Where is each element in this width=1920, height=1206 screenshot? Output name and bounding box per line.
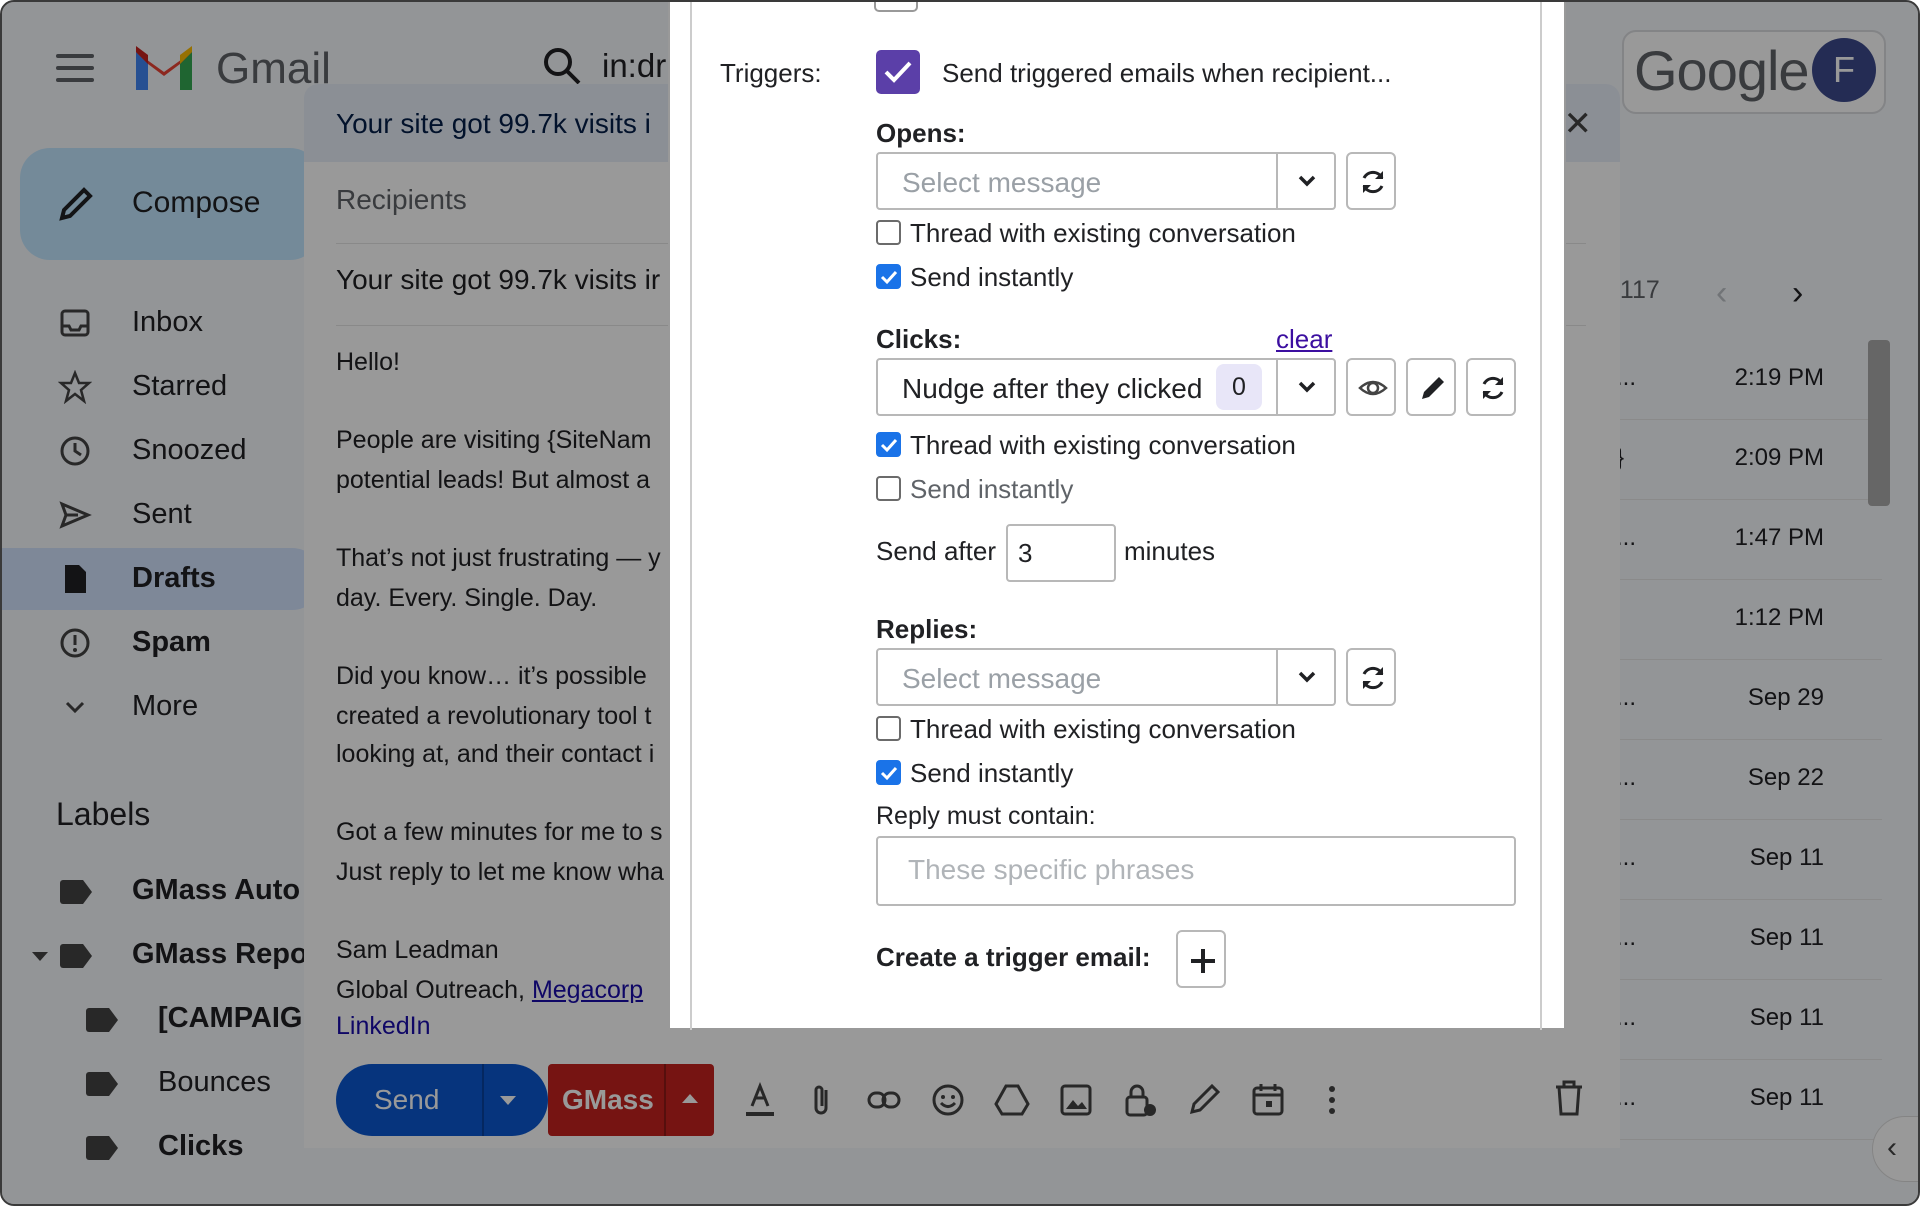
triggers-checkbox-label: Send triggered emails when recipient... xyxy=(942,58,1392,88)
refresh-icon xyxy=(1362,170,1384,194)
opens-thread-label: Thread with existing conversation xyxy=(910,218,1296,248)
clicks-thread-label: Thread with existing conversation xyxy=(910,430,1296,460)
refresh-icon xyxy=(1362,666,1384,690)
chevron-down-icon xyxy=(1298,671,1316,683)
create-trigger-button[interactable] xyxy=(1176,930,1226,988)
clicks-instant-checkbox[interactable] xyxy=(876,476,901,501)
gmass-settings-panel: Triggers: Send triggered emails when rec… xyxy=(668,2,1566,1030)
replies-thread-label: Thread with existing conversation xyxy=(910,714,1296,744)
chevron-down-icon xyxy=(1298,175,1316,187)
opens-instant-checkbox[interactable] xyxy=(876,264,901,289)
send-after-label: Send after xyxy=(876,536,996,566)
opens-thread-checkbox[interactable] xyxy=(876,220,901,245)
panel-border-left xyxy=(690,2,692,1030)
opens-dropdown[interactable] xyxy=(1276,154,1334,208)
clicks-refresh-button[interactable] xyxy=(1466,358,1516,416)
reply-phrases-input[interactable]: These specific phrases xyxy=(876,836,1516,906)
clicks-instant-label: Send instantly xyxy=(910,474,1074,504)
chevron-down-icon xyxy=(1298,381,1316,393)
replies-dropdown[interactable] xyxy=(1276,650,1334,704)
clicks-heading: Clicks: xyxy=(876,324,962,354)
clicks-thread-checkbox[interactable] xyxy=(876,432,901,457)
clicks-select-value: Nudge after they clicked xyxy=(902,373,1203,404)
pencil-icon xyxy=(1422,377,1444,399)
triggers-checkbox[interactable] xyxy=(876,50,920,94)
opens-select-value: Select message xyxy=(902,167,1102,198)
clicks-dropdown[interactable] xyxy=(1276,360,1334,414)
opens-instant-label: Send instantly xyxy=(910,262,1074,292)
replies-message-select[interactable]: Select message xyxy=(876,648,1336,706)
triggers-label: Triggers: xyxy=(720,58,822,88)
check-icon xyxy=(880,766,898,781)
check-icon xyxy=(884,61,912,83)
minutes-label: minutes xyxy=(1124,536,1216,566)
replies-heading: Replies: xyxy=(876,614,978,644)
clicks-count-badge: 0 xyxy=(1216,364,1262,410)
opens-heading: Opens: xyxy=(876,118,966,148)
panel-border-right xyxy=(1540,2,1542,1030)
check-icon xyxy=(880,270,898,285)
clicks-preview-button[interactable] xyxy=(1346,358,1396,416)
refresh-icon xyxy=(1482,376,1504,400)
check-icon xyxy=(880,438,898,453)
opens-message-select[interactable]: Select message xyxy=(876,152,1336,210)
reply-must-contain-label: Reply must contain: xyxy=(876,802,1096,830)
opens-refresh-button[interactable] xyxy=(1346,152,1396,210)
clicks-edit-button[interactable] xyxy=(1406,358,1456,416)
clicks-message-select[interactable]: Nudge after they clicked 0 xyxy=(876,358,1336,416)
eye-icon xyxy=(1358,380,1388,396)
plus-icon xyxy=(1191,949,1215,973)
app-frame: Gmail in:dr Google F Compose Inbox Starr… xyxy=(0,0,1920,1206)
replies-select-value: Select message xyxy=(902,663,1102,694)
replies-thread-checkbox[interactable] xyxy=(876,716,901,741)
replies-instant-checkbox[interactable] xyxy=(876,760,901,785)
replies-refresh-button[interactable] xyxy=(1346,648,1396,706)
partial-checkbox[interactable] xyxy=(874,2,918,12)
send-after-input[interactable]: 3 xyxy=(1006,524,1116,582)
clicks-clear-link[interactable]: clear xyxy=(1276,324,1332,355)
create-trigger-label: Create a trigger email: xyxy=(876,942,1151,972)
replies-instant-label: Send instantly xyxy=(910,758,1074,788)
